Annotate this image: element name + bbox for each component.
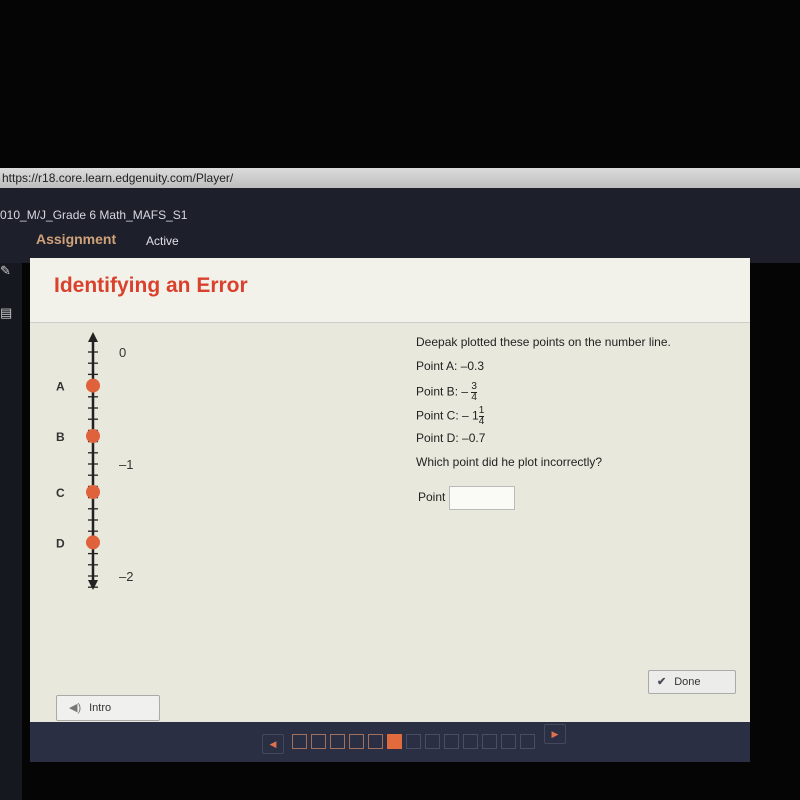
title-bar: Identifying an Error [30,258,750,323]
answer-row: Point [418,486,516,510]
page-indicator-2[interactable] [311,734,326,749]
activity-panel: Identifying an Error 0 –1 –2 A B C D Deepak pl… [30,258,750,738]
tick-label: 0 [119,345,126,360]
page-indicator-9[interactable] [444,734,459,749]
point-d [86,535,100,550]
page-indicator-12[interactable] [501,734,516,749]
check-icon: ✔ [657,676,667,688]
previous-button[interactable]: ◀ [262,734,284,754]
question-text: Deepak plotted these points on the numbe… [416,334,671,478]
point-b-text: Point B: – 34 [416,382,671,406]
page-indicator-7[interactable] [406,734,421,749]
app-header: 010_M/J_Grade 6 Math_MAFS_S1 Assignment … [0,188,800,263]
point-label: B [56,430,65,444]
page-navigation: ◀ ▶ [30,722,750,762]
page-indicator-13[interactable] [520,734,535,749]
point-c-label: Point C: – 1 [416,408,479,423]
answer-input[interactable] [449,486,516,510]
point-b-label: Point B: – [416,384,469,399]
page-indicator-3[interactable] [330,734,345,749]
done-label: Done [674,676,701,688]
fraction: 14 [478,406,485,427]
arrow-down-icon [88,580,98,590]
calculator-icon[interactable]: ▤ [0,305,18,321]
point-label: A [56,380,65,394]
speaker-icon: ◀) [69,702,82,714]
intro-button[interactable]: ◀) Intro [56,695,160,721]
address-bar[interactable]: https://r18.core.learn.edgenuity.com/Pla… [0,168,800,188]
denominator: 4 [478,416,485,427]
next-button[interactable]: ▶ [544,724,566,744]
course-title: 010_M/J_Grade 6 Math_MAFS_S1 [0,208,188,222]
done-button[interactable]: ✔ Done [648,670,736,694]
arrow-up-icon [88,332,98,342]
page-indicator-10[interactable] [463,734,478,749]
question: Which point did he plot incorrectly? [416,455,603,469]
point-label: D [56,536,65,550]
page-title: Identifying an Error [54,274,248,297]
page-indicator-8[interactable] [425,734,440,749]
number-line: 0 –1 –2 A B C D [56,332,133,590]
point-c [86,485,100,499]
arrow-left-icon: ◀ [269,739,277,749]
answer-label: Point [418,490,446,505]
tick-label: –2 [119,569,133,584]
fraction: 34 [471,382,477,403]
page-indicator-1[interactable] [292,734,307,749]
pencil-icon[interactable]: ✎ [0,263,18,279]
point-a-text: Point A: –0.3 [416,359,485,373]
page-indicator-5[interactable] [368,734,383,749]
point-d-text: Point D: –0.7 [416,431,486,445]
denominator: 4 [471,392,477,403]
tool-sidebar: ✎ ▤ [0,263,22,800]
url-text: https://r18.core.learn.edgenuity.com/Pla… [2,171,234,185]
tick-label: –1 [119,457,133,472]
page-indicator-4[interactable] [349,734,364,749]
point-label: C [56,486,65,500]
section-label: Assignment [36,231,117,247]
page-indicator-11[interactable] [482,734,497,749]
status-label: Active [146,234,179,248]
arrow-right-icon: ▶ [551,729,559,739]
page-indicators [292,734,535,749]
point-c-text: Point C: – 114 [416,406,671,430]
prompt: Deepak plotted these points on the numbe… [416,335,671,349]
point-a [86,378,100,393]
point-b [86,429,100,443]
page-indicator-6[interactable] [387,734,402,749]
intro-label: Intro [89,702,112,714]
